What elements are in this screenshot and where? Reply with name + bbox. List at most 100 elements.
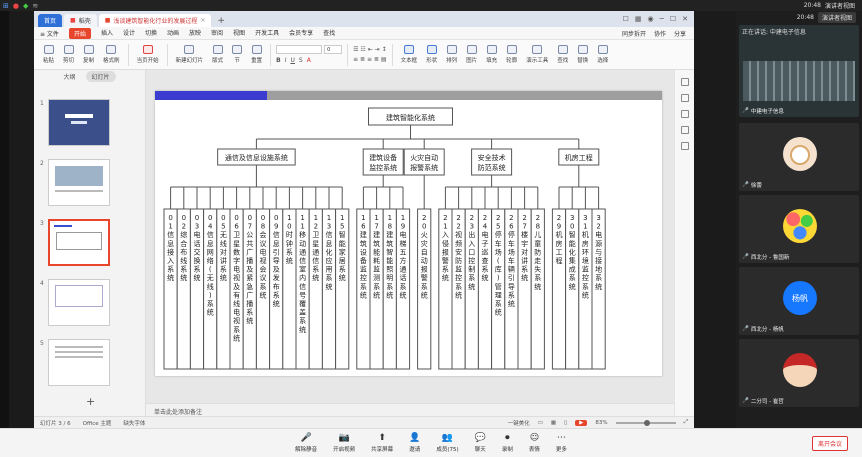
windows-start-icon[interactable]: ⊞	[3, 2, 9, 10]
presenter-view-button[interactable]: 演讲者视图	[825, 1, 855, 10]
mic-button[interactable]: 🎤 解除静音	[295, 433, 317, 453]
more-button[interactable]: ⋯ 更多	[556, 433, 567, 453]
font-size-select[interactable]: 0	[324, 45, 343, 54]
settings-icon[interactable]	[680, 142, 689, 150]
menu-item-1[interactable]: 插入	[101, 28, 113, 39]
copy-button[interactable]: 复制	[80, 45, 97, 64]
video-tile-screen[interactable]: 正在讲话: 中建电子信息 🎤 中建电子信息	[739, 25, 859, 117]
slide-thumbnail-1[interactable]	[48, 99, 110, 146]
record-button[interactable]: ⏺ 录制	[502, 433, 513, 453]
strike-button[interactable]: S	[299, 57, 303, 64]
arrange-button[interactable]: 排列	[443, 45, 460, 64]
missing-font-button[interactable]: 缺失字体	[123, 419, 145, 427]
notes-pane[interactable]: 单击此处添加备注	[146, 403, 674, 416]
slide-thumbnail-5[interactable]	[48, 339, 110, 386]
file-menu[interactable]: ≡ 文件	[40, 29, 59, 38]
user-avatar-icon[interactable]: ◉	[648, 15, 654, 23]
menu-item-0[interactable]: 开始	[68, 27, 91, 39]
paste-button[interactable]: 粘贴	[40, 45, 57, 64]
video-tile[interactable]: 🎤 西北分 - 鲁国新	[739, 195, 859, 263]
members-button[interactable]: 👥 成员(75)	[436, 433, 458, 453]
view-reading-icon[interactable]: ▯	[564, 420, 567, 426]
close-tab-icon[interactable]: ✕	[200, 17, 205, 24]
underline-button[interactable]: U	[290, 57, 294, 64]
maximize-button[interactable]: ☐	[670, 15, 676, 23]
zoom-slider[interactable]	[615, 419, 676, 426]
tab-docer[interactable]: ■ 稻壳	[64, 14, 97, 27]
invite-button[interactable]: 👤 邀请	[409, 433, 420, 453]
slide-thumbnail-2[interactable]	[48, 159, 110, 206]
layout-icon[interactable]: ☐	[623, 15, 629, 23]
video-tile[interactable]: 🎤 徐蕾	[739, 123, 859, 191]
play-from-current-button[interactable]: 当页开始	[134, 45, 162, 64]
cut-button[interactable]: 剪切	[60, 45, 77, 64]
leave-meeting-button[interactable]: 离开会议	[811, 436, 848, 451]
format-painter-button[interactable]: 格式刷	[100, 45, 123, 64]
bold-button[interactable]: B	[276, 57, 281, 64]
app-icon[interactable]: ●	[13, 2, 19, 10]
zoom-thumb[interactable]	[643, 419, 650, 426]
grid-icon[interactable]: ▦	[635, 15, 642, 23]
shape-button[interactable]: 形状	[423, 45, 440, 64]
fit-icon[interactable]: ⤢	[684, 419, 688, 426]
picture-button[interactable]: 图片	[463, 45, 480, 64]
menu-item-7[interactable]: 视图	[233, 28, 245, 39]
chat-button[interactable]: 💬 聊天	[475, 433, 486, 453]
sync-button[interactable]: 同步拆开	[622, 29, 646, 38]
share-button[interactable]: 分享	[674, 29, 686, 38]
slide-thumbnail-4[interactable]	[48, 279, 110, 326]
presenter-view-toggle[interactable]: 演讲者视图	[817, 12, 856, 23]
tab-slides[interactable]: 幻灯片	[85, 70, 116, 82]
align-buttons[interactable]: ≡ ≣ ≡ ≣ ▤	[353, 56, 386, 63]
italic-button[interactable]: I	[285, 57, 287, 64]
slide-current[interactable]: 建筑智能化系统 0 1 信息接入系统 0 2 综合布线系统 0 3 电话交换系统 0 4 信息网络(无线…	[155, 91, 662, 376]
replace-button[interactable]: 替换	[574, 45, 591, 64]
menu-item-2[interactable]: 设计	[123, 28, 135, 39]
leaf-char: 星	[233, 240, 240, 248]
new-slide-button[interactable]: 新建幻灯片	[173, 45, 207, 64]
presentation-tools-button[interactable]: 演示工具	[523, 45, 551, 64]
close-window-button[interactable]: ✕	[682, 15, 688, 23]
leaf-char: 0	[570, 223, 574, 231]
textbox-button[interactable]: 文本框	[398, 45, 421, 64]
share-screen-button[interactable]: ⬆ 共享屏幕	[371, 433, 393, 453]
select-button[interactable]: 选择	[594, 45, 611, 64]
tab-outline[interactable]: 大纲	[63, 72, 75, 81]
camera-button[interactable]: 📷 开启视频	[333, 433, 355, 453]
beautify-button[interactable]: 一键美化	[508, 419, 530, 427]
reset-button[interactable]: 重置	[248, 45, 265, 64]
style-icon[interactable]	[680, 94, 689, 102]
menu-item-8[interactable]: 开发工具	[255, 28, 279, 39]
tab-home[interactable]: 首页	[38, 14, 63, 27]
menu-item-9[interactable]: 会员专享	[289, 28, 313, 39]
effects-icon[interactable]	[680, 126, 689, 134]
adjust-icon[interactable]	[680, 78, 689, 86]
view-normal-icon[interactable]: ▭	[538, 420, 543, 426]
collab-button[interactable]: 协作	[654, 29, 666, 38]
font-family-select[interactable]	[276, 45, 323, 54]
fill-button[interactable]: 填充	[483, 45, 500, 64]
emoji-button[interactable]: ☺ 表情	[529, 433, 540, 453]
find-button[interactable]: 查找	[554, 45, 571, 64]
animation-icon[interactable]	[680, 110, 689, 118]
slide-thumbnail-3[interactable]	[48, 219, 110, 266]
layout-button[interactable]: 版式	[209, 45, 226, 64]
new-tab-button[interactable]: +	[217, 16, 225, 26]
font-color-icon[interactable]: A	[307, 57, 311, 64]
menu-item-6[interactable]: 审阅	[211, 28, 223, 39]
slideshow-play-button[interactable]: ▶	[575, 419, 588, 426]
video-tile[interactable]: 杨帆 🎤 西北分 - 杨帆	[739, 267, 859, 335]
add-slide-button[interactable]: +	[86, 395, 95, 408]
tab-document[interactable]: ■ 浅谈建筑智能化行业的发展过程 ✕	[98, 14, 212, 27]
leaf-char: 统	[360, 290, 367, 299]
menu-item-3[interactable]: 切换	[145, 28, 157, 39]
list-buttons[interactable]: ☰ ☷ ⇤ ⇥ ↕	[353, 46, 386, 53]
menu-item-5[interactable]: 放映	[189, 28, 201, 39]
section-button[interactable]: 节	[229, 45, 245, 64]
view-sorter-icon[interactable]: ▦	[551, 420, 556, 426]
video-tile[interactable]: 🎤 二分司 - 崔哲	[739, 339, 859, 407]
menu-item-4[interactable]: 动画	[167, 28, 179, 39]
menu-item-10[interactable]: 查找	[323, 28, 335, 39]
minimize-button[interactable]: ─	[660, 15, 664, 23]
outline-button[interactable]: 轮廓	[503, 45, 520, 64]
